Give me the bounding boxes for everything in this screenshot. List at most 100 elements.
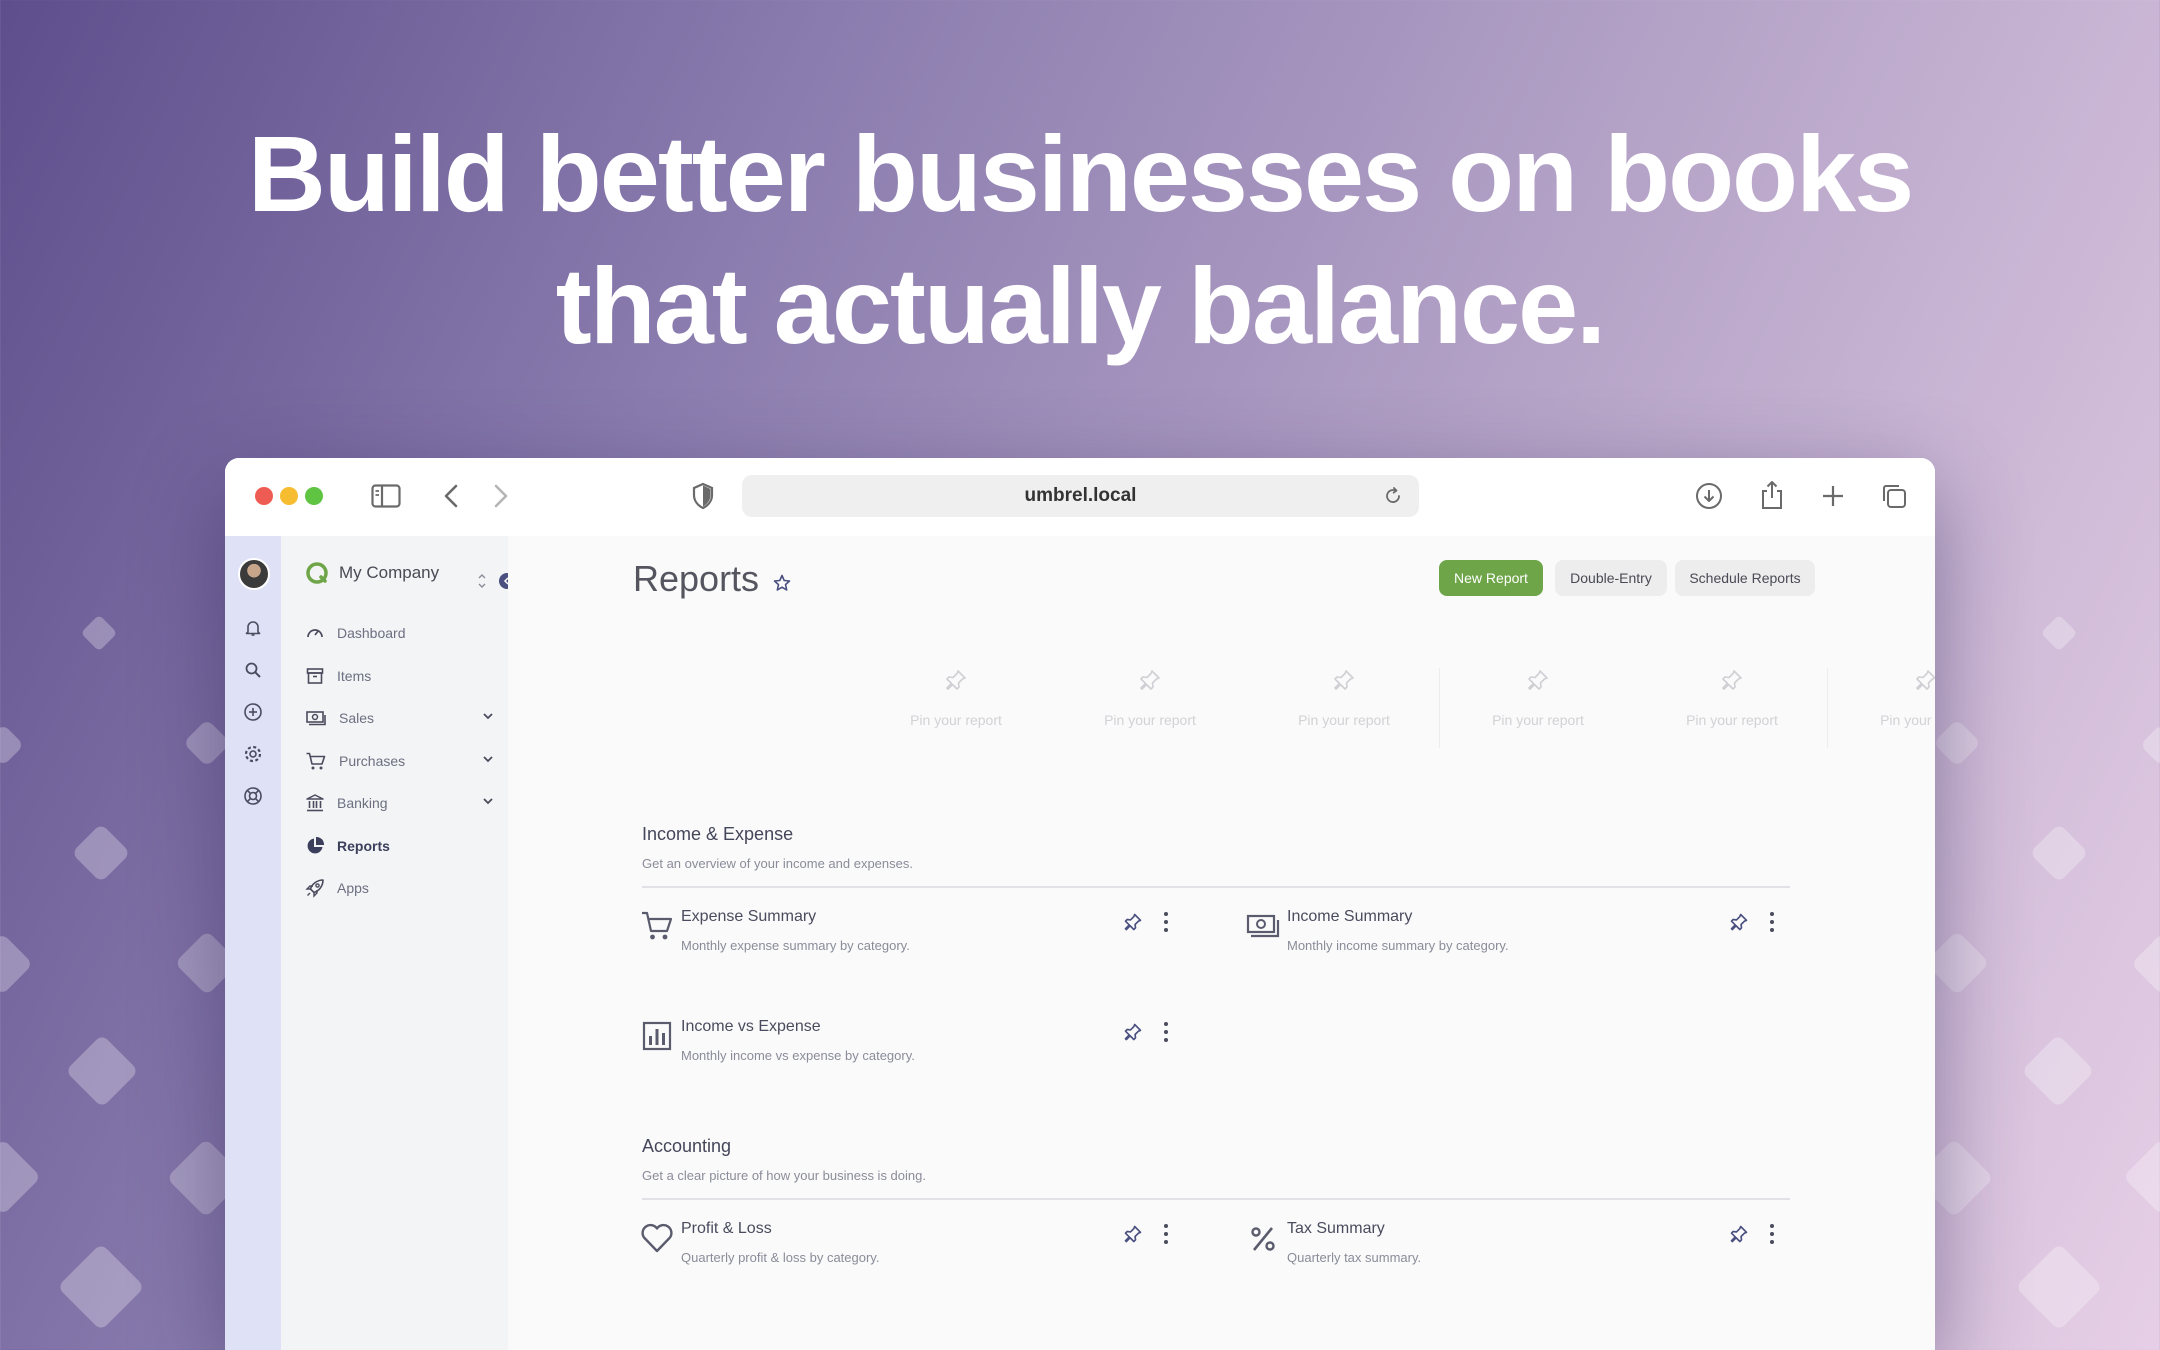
pin-icon[interactable]	[1729, 912, 1749, 932]
bg-diamond	[2015, 1243, 2103, 1331]
support-icon[interactable]	[239, 782, 267, 810]
hero-line-1: Build better businesses on books	[247, 113, 1914, 234]
download-icon[interactable]	[1694, 481, 1724, 511]
more-options-icon[interactable]	[1159, 1020, 1173, 1044]
sidebar-item-label: Banking	[337, 795, 388, 811]
sidebar-item-apps[interactable]: Apps	[305, 873, 495, 903]
report-description: Quarterly profit & loss by category.	[681, 1250, 880, 1265]
pin-label: Pin your report	[1492, 712, 1584, 728]
chevron-down-icon[interactable]	[481, 794, 495, 808]
sidebar-item-label: Reports	[337, 838, 390, 854]
sidebar-item-label: Purchases	[339, 753, 406, 769]
maximize-window-button[interactable]	[305, 487, 323, 505]
new-report-button[interactable]: New Report	[1439, 560, 1543, 596]
section-description: Get an overview of your income and expen…	[642, 856, 913, 871]
schedule-reports-button[interactable]: Schedule Reports	[1675, 560, 1815, 596]
bg-diamond	[2130, 932, 2160, 996]
back-icon[interactable]	[439, 482, 463, 510]
bg-diamond	[57, 1243, 145, 1331]
section-title: Income & Expense	[642, 824, 794, 844]
company-switcher[interactable]: My Company	[305, 558, 439, 588]
bank-icon	[306, 794, 324, 812]
pin-slot[interactable]: Pin your report	[1249, 668, 1439, 758]
report-expense-summary[interactable]: Expense Summary Monthly expense summary …	[639, 908, 1199, 968]
star-icon[interactable]	[773, 574, 791, 592]
chevron-down-icon[interactable]	[481, 752, 495, 766]
more-options-icon[interactable]	[1159, 1222, 1173, 1246]
pin-icon[interactable]	[1729, 1224, 1749, 1244]
more-options-icon[interactable]	[1159, 910, 1173, 934]
pin-icon	[1916, 670, 1935, 690]
sidebar-toggle-icon[interactable]	[370, 482, 402, 510]
cart-icon	[306, 752, 326, 770]
pin-label: Pin your report	[1104, 712, 1196, 728]
hero-headline: Build better businesses on books that ac…	[0, 108, 2160, 372]
sidebar-item-reports[interactable]: Reports	[305, 831, 495, 861]
forward-icon[interactable]	[489, 482, 513, 510]
report-income-summary[interactable]: Income Summary Monthly income summary by…	[1245, 908, 1805, 968]
pin-icon	[1722, 670, 1742, 690]
report-description: Monthly income summary by category.	[1287, 938, 1509, 953]
report-income-vs-expense[interactable]: Income vs Expense Monthly income vs expe…	[639, 1018, 1199, 1078]
sidebar: My Company Dashboard Items Sales Purchas…	[281, 536, 515, 1350]
sidebar-item-purchases[interactable]: Purchases	[305, 746, 495, 776]
pin-slot[interactable]: Pin your report	[861, 668, 1051, 758]
chevron-down-icon[interactable]	[481, 709, 495, 723]
sidebar-item-dashboard[interactable]: Dashboard	[305, 618, 495, 648]
company-name: My Company	[339, 563, 440, 582]
pin-label: Pin your report	[1686, 712, 1778, 728]
bg-diamond	[65, 1034, 139, 1108]
pin-icon[interactable]	[1123, 912, 1143, 932]
sidebar-item-label: Apps	[337, 880, 369, 896]
pin-icon[interactable]	[1123, 1022, 1143, 1042]
bg-diamond	[71, 823, 131, 883]
report-tax-summary[interactable]: Tax Summary Quarterly tax summary.	[1245, 1220, 1805, 1280]
pin-slot[interactable]: Pin your report	[1831, 668, 1935, 758]
pin-divider	[1439, 668, 1440, 748]
archive-icon	[306, 668, 324, 684]
section-divider	[642, 1198, 1790, 1200]
report-title: Profit & Loss	[681, 1220, 772, 1237]
bg-diamond	[0, 1138, 42, 1216]
company-switch-icon[interactable]	[477, 572, 487, 595]
new-tab-icon[interactable]	[1819, 482, 1847, 510]
more-options-icon[interactable]	[1765, 1222, 1779, 1246]
avatar[interactable]	[238, 558, 270, 590]
sidebar-item-sales[interactable]: Sales	[305, 703, 495, 733]
browser-window: umbrel.local My Company Dashboard Items …	[225, 458, 1935, 1350]
report-profit-and-loss[interactable]: Profit & Loss Quarterly profit & loss by…	[639, 1220, 1199, 1280]
minimize-window-button[interactable]	[280, 487, 298, 505]
shield-icon[interactable]	[690, 482, 716, 510]
report-title: Tax Summary	[1287, 1220, 1385, 1237]
tab-overview-icon[interactable]	[1879, 481, 1909, 511]
bell-icon[interactable]	[239, 614, 267, 642]
bg-diamond	[1932, 718, 1982, 768]
double-entry-button[interactable]: Double-Entry	[1555, 560, 1667, 596]
bg-diamond	[2029, 823, 2089, 883]
reload-icon[interactable]	[1382, 485, 1404, 507]
page-title: Reports	[633, 558, 760, 599]
gear-icon[interactable]	[239, 740, 267, 768]
search-icon[interactable]	[239, 656, 267, 684]
close-window-button[interactable]	[255, 487, 273, 505]
bg-diamond	[0, 932, 34, 996]
pin-slot[interactable]: Pin your report	[1443, 668, 1633, 758]
more-options-icon[interactable]	[1765, 910, 1779, 934]
pin-icon	[1528, 670, 1548, 690]
pin-icon[interactable]	[1123, 1224, 1143, 1244]
sidebar-item-label: Dashboard	[337, 625, 406, 641]
bg-diamond	[182, 718, 232, 768]
pin-slot[interactable]: Pin your report	[1055, 668, 1245, 758]
address-bar[interactable]: umbrel.local	[742, 475, 1419, 517]
heart-icon	[641, 1223, 673, 1253]
rocket-icon	[305, 879, 324, 898]
share-icon[interactable]	[1757, 478, 1787, 512]
pin-slot[interactable]: Pin your report	[1637, 668, 1827, 758]
add-icon[interactable]	[239, 698, 267, 726]
pin-divider	[1827, 668, 1828, 748]
sidebar-item-banking[interactable]: Banking	[305, 788, 495, 818]
pin-label: Pin your report	[1880, 712, 1935, 728]
sidebar-item-items[interactable]: Items	[305, 661, 495, 691]
pin-icon	[1140, 670, 1160, 690]
report-description: Quarterly tax summary.	[1287, 1250, 1422, 1265]
